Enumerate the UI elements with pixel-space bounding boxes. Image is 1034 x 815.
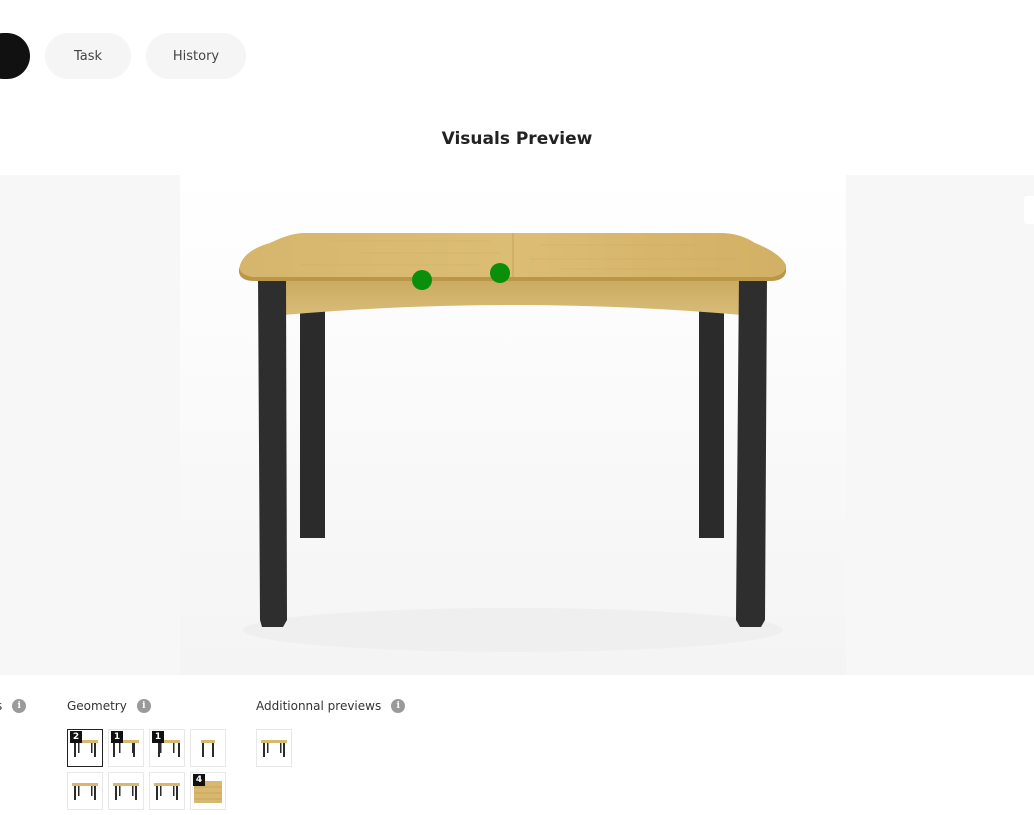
hotspot-2[interactable] [490,263,510,283]
table-leg-back-right [699,305,724,538]
thumbnail-count-badge: 2 [70,731,82,743]
section-additional-label: Additionnal previews i [256,699,406,713]
additional-preview-thumbnail[interactable] [256,729,292,767]
tab-history-label: History [172,48,220,64]
geometry-thumbnail[interactable] [108,772,144,810]
info-icon[interactable]: i [391,699,406,713]
thumbnail-count-badge: 1 [152,731,164,743]
section-cut-label: s i [0,699,27,713]
info-icon[interactable]: i [12,699,27,713]
geometry-thumbnail[interactable]: 4 [190,772,226,810]
tab-active[interactable] [0,33,30,79]
table-shadow [243,608,783,652]
section-cut-text: s [0,699,2,713]
next-preview-panel[interactable] [846,175,1034,675]
tab-task-label: Task [73,48,103,64]
geometry-thumbnail[interactable] [149,772,185,810]
page-title: Visuals Preview [441,129,593,149]
info-icon[interactable]: i [136,699,151,713]
geometry-thumbnail[interactable]: 1 [108,729,144,767]
table-leg-front-right [736,275,767,627]
geometry-thumbnail[interactable]: 1 [149,729,185,767]
thumbnail-count-badge: 1 [111,731,123,743]
thumbnail-count-badge: 4 [193,774,205,786]
section-geometry-label: Geometry i [67,699,151,713]
main-preview-viewport[interactable] [180,175,846,675]
tab-task[interactable]: Task [45,33,131,79]
geometry-thumbnail[interactable] [190,729,226,767]
geometry-thumbnail[interactable] [67,772,103,810]
section-geometry-text: Geometry [67,699,127,713]
geometry-thumbnail[interactable]: 2 [67,729,103,767]
section-additional-text: Additionnal previews [256,699,382,713]
hotspot-1[interactable] [412,270,432,290]
panel-edge-tab[interactable] [1024,196,1034,224]
table-leg-back-left [300,305,325,538]
table-render [180,175,846,675]
table-leg-front-left [258,275,287,627]
tab-history[interactable]: History [146,33,246,79]
previous-preview-panel[interactable] [0,175,180,675]
